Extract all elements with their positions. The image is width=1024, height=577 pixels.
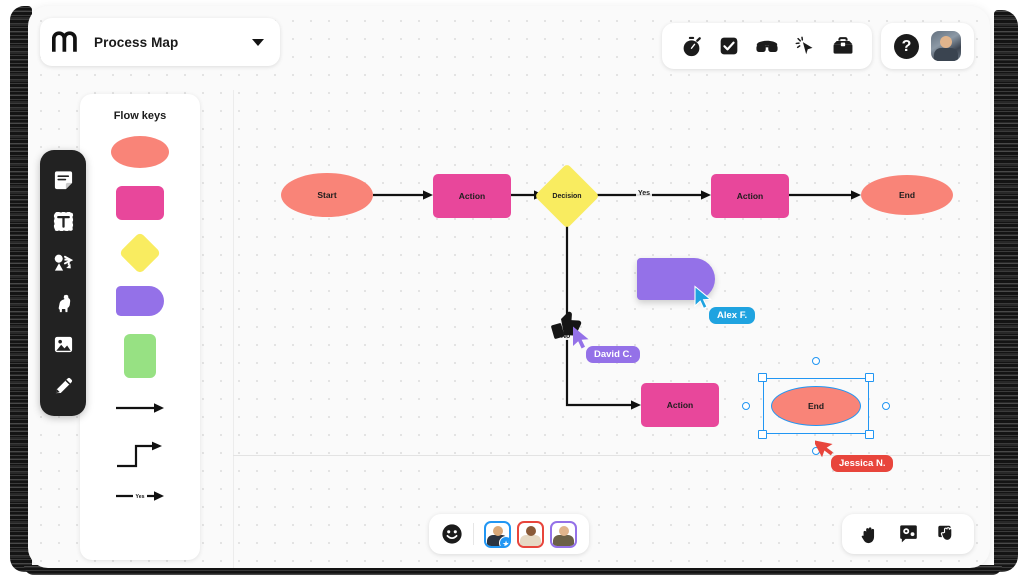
text-icon[interactable] xyxy=(51,210,75,234)
collab-avatar-2[interactable] xyxy=(517,520,544,548)
flow-keys-panel: Flow keys Yes xyxy=(80,94,200,560)
sticky-note-icon[interactable] xyxy=(51,169,75,193)
frame-edge-right xyxy=(994,10,1018,572)
help-icon[interactable]: ? xyxy=(894,33,919,59)
key-arrow-label: Yes xyxy=(136,494,145,500)
key-shape-tall-rect[interactable] xyxy=(124,334,156,378)
collaborators-bar: ★ xyxy=(429,514,589,554)
checkbox-icon[interactable] xyxy=(718,35,740,57)
key-shape-terminal[interactable] xyxy=(116,286,164,316)
flow-keys-title: Flow keys xyxy=(113,110,167,122)
diagram-canvas[interactable]: Start Action Decision Action End Action … xyxy=(233,90,990,568)
key-arrow-elbow[interactable] xyxy=(114,440,166,470)
cursor-label: Jessica N. xyxy=(831,455,894,472)
node-label: Action xyxy=(736,191,764,201)
chevron-down-icon[interactable] xyxy=(252,38,264,46)
node-label: Action xyxy=(458,191,486,201)
cursor-label: David C. xyxy=(586,346,641,363)
node-action-2[interactable]: Action xyxy=(711,174,789,218)
key-shape-rectangle[interactable] xyxy=(116,186,164,220)
smiley-icon[interactable] xyxy=(441,523,463,545)
node-label: End xyxy=(807,401,825,411)
collab-avatar-3[interactable] xyxy=(550,520,577,548)
view-controls-bar xyxy=(842,514,974,554)
node-start[interactable]: Start xyxy=(281,173,373,217)
connector-layer xyxy=(373,190,861,410)
sunglasses-icon[interactable] xyxy=(756,35,778,57)
edge-label-yes: Yes xyxy=(636,190,653,197)
app-window: Process Map ? Flow keys Yes Start Action… xyxy=(28,6,990,568)
top-toolbar xyxy=(662,23,872,69)
bar-divider xyxy=(473,523,474,545)
document-title-bar[interactable]: Process Map xyxy=(40,18,280,66)
toolbox-icon[interactable] xyxy=(832,35,854,57)
collab-avatar-1[interactable]: ★ xyxy=(484,520,511,548)
hand-pan-icon[interactable] xyxy=(858,523,880,545)
key-arrow-straight[interactable] xyxy=(114,400,166,422)
cursor-label: Alex F. xyxy=(709,307,756,324)
host-star-badge: ★ xyxy=(499,535,509,546)
pen-icon[interactable] xyxy=(51,374,75,398)
llama-icon[interactable] xyxy=(51,292,75,316)
node-action-3[interactable]: Action xyxy=(641,383,719,427)
node-label: Action xyxy=(666,400,694,410)
top-right-toolbar: ? xyxy=(881,23,974,69)
user-avatar[interactable] xyxy=(931,31,961,61)
node-decision[interactable]: Decision xyxy=(534,163,600,229)
key-shape-diamond[interactable] xyxy=(118,231,162,275)
timer-icon[interactable] xyxy=(680,35,702,57)
flow-keys-list: Yes xyxy=(80,136,200,510)
node-label: Decision xyxy=(552,192,582,200)
left-tool-palette xyxy=(40,150,86,416)
pointer-select-icon[interactable] xyxy=(936,523,958,545)
node-end-2[interactable]: End xyxy=(771,386,861,426)
magic-cursor-icon[interactable] xyxy=(794,35,816,57)
node-end-1[interactable]: End xyxy=(861,175,953,215)
node-label: Start xyxy=(317,190,337,200)
key-shape-ellipse[interactable] xyxy=(111,136,169,168)
key-arrow-labeled[interactable]: Yes xyxy=(114,488,166,510)
mural-logo-icon xyxy=(51,31,82,53)
shapes-connector-icon[interactable] xyxy=(51,251,75,275)
map-pin-icon[interactable] xyxy=(897,523,919,545)
image-icon[interactable] xyxy=(51,333,75,357)
page-title: Process Map xyxy=(94,34,179,50)
node-label: End xyxy=(898,190,916,200)
node-action-1[interactable]: Action xyxy=(433,174,511,218)
